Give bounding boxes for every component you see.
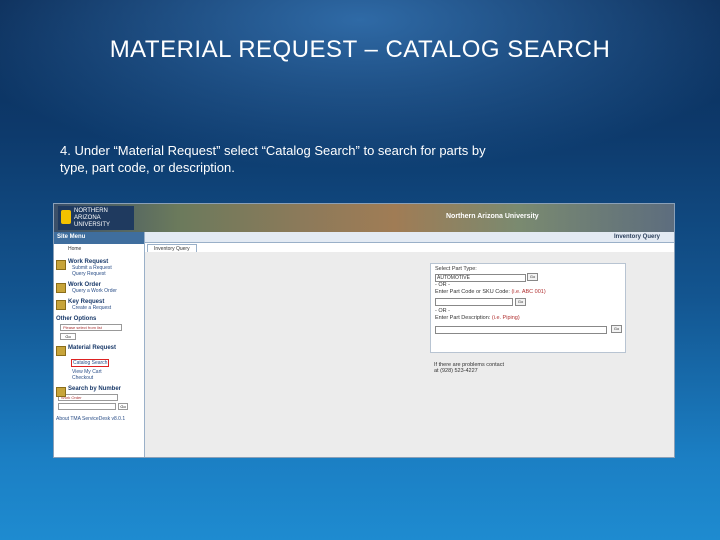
search-by-number-title: Search by Number bbox=[68, 386, 122, 392]
other-options-select[interactable]: Please select from list bbox=[60, 324, 122, 331]
main-content: Inventory Query Inventory Query Select P… bbox=[145, 232, 674, 457]
search-by-number-section: Search by Number Work Order Go bbox=[54, 386, 144, 410]
search-by-number-icon bbox=[56, 387, 66, 397]
work-request-section: Work Request Submit a Request Query Requ… bbox=[54, 259, 144, 277]
query-panel: Select Part Type: AUTOMOTIVE Go - OR - E… bbox=[145, 252, 674, 457]
logo-line-1: NORTHERN bbox=[74, 208, 108, 214]
part-description-label-text: Enter Part Description: bbox=[435, 315, 491, 321]
work-order-section: Work Order Query a Work Order bbox=[54, 282, 144, 294]
create-key-request-link[interactable]: Create a Request bbox=[68, 305, 144, 311]
page-title: Inventory Query bbox=[145, 232, 674, 243]
catalog-search-link[interactable]: Catalog Search bbox=[71, 359, 110, 367]
or-separator-1: - OR - bbox=[435, 282, 450, 288]
part-description-go-button[interactable]: Go bbox=[611, 325, 622, 333]
university-logo: NORTHERN ARIZONA UNIVERSITY bbox=[58, 206, 134, 230]
logo-line-2: ARIZONA bbox=[74, 215, 101, 221]
search-number-input[interactable] bbox=[58, 403, 116, 410]
part-description-hint: (i.e. Piping) bbox=[491, 315, 520, 321]
checkout-link[interactable]: Checkout bbox=[68, 375, 144, 381]
logo-mark-icon bbox=[61, 210, 71, 224]
app-screenshot: NORTHERN ARIZONA UNIVERSITY Northern Ari… bbox=[53, 203, 675, 458]
query-request-link[interactable]: Query Request bbox=[68, 271, 144, 277]
material-request-section: Material Request Catalog Search View My … bbox=[54, 345, 144, 381]
instruction-text: 4. Under “Material Request” select “Cata… bbox=[60, 143, 486, 175]
sidebar-home-link[interactable]: Home bbox=[54, 244, 144, 254]
logo-line-3: UNIVERSITY bbox=[74, 222, 111, 228]
inventory-query-form: Select Part Type: AUTOMOTIVE Go - OR - E… bbox=[430, 263, 626, 353]
material-request-icon bbox=[56, 346, 66, 356]
part-code-label-text: Enter Part Code or SKU Code: bbox=[435, 289, 510, 295]
other-options-go-button[interactable]: Go bbox=[60, 333, 76, 340]
key-request-section: Key Request Create a Request bbox=[54, 299, 144, 311]
site-menu-title: Site Menu bbox=[54, 232, 144, 244]
part-description-label: Enter Part Description: (i.e. Piping) bbox=[435, 315, 520, 321]
part-description-input[interactable] bbox=[435, 326, 607, 334]
about-link[interactable]: About TMA ServiceDesk v8.0.1 bbox=[54, 410, 144, 428]
contact-note: If there are problems contact at (928) 5… bbox=[434, 362, 574, 374]
material-request-title: Material Request bbox=[68, 345, 117, 351]
slide-title: MATERIAL REQUEST – CATALOG SEARCH bbox=[109, 36, 611, 63]
banner-university-name: Northern Arizona University bbox=[446, 213, 539, 220]
sidebar: Site Menu Home Work Request Submit a Req… bbox=[54, 232, 145, 457]
banner: NORTHERN ARIZONA UNIVERSITY Northern Ari… bbox=[54, 204, 674, 232]
part-type-select[interactable]: AUTOMOTIVE bbox=[435, 274, 526, 282]
other-options-section: Other Options Please select from list Go bbox=[54, 316, 144, 340]
contact-note-line-2: at (928) 523-4227 bbox=[434, 368, 478, 374]
part-code-hint: (i.e. ABC 001) bbox=[511, 289, 546, 295]
part-code-go-button[interactable]: Go bbox=[515, 298, 526, 306]
or-separator-2: - OR - bbox=[435, 308, 450, 314]
part-type-go-button[interactable]: Go bbox=[527, 273, 538, 281]
search-number-go-button[interactable]: Go bbox=[118, 403, 128, 410]
query-work-order-link[interactable]: Query a Work Order bbox=[68, 288, 144, 294]
part-code-label: Enter Part Code or SKU Code: (i.e. ABC 0… bbox=[435, 289, 546, 295]
work-request-icon bbox=[56, 260, 66, 270]
part-code-input[interactable] bbox=[435, 298, 513, 306]
other-options-title: Other Options bbox=[56, 316, 97, 322]
key-request-icon bbox=[56, 300, 66, 310]
search-type-select[interactable]: Work Order bbox=[58, 394, 118, 401]
work-order-icon bbox=[56, 283, 66, 293]
part-type-label: Select Part Type: bbox=[435, 266, 477, 272]
